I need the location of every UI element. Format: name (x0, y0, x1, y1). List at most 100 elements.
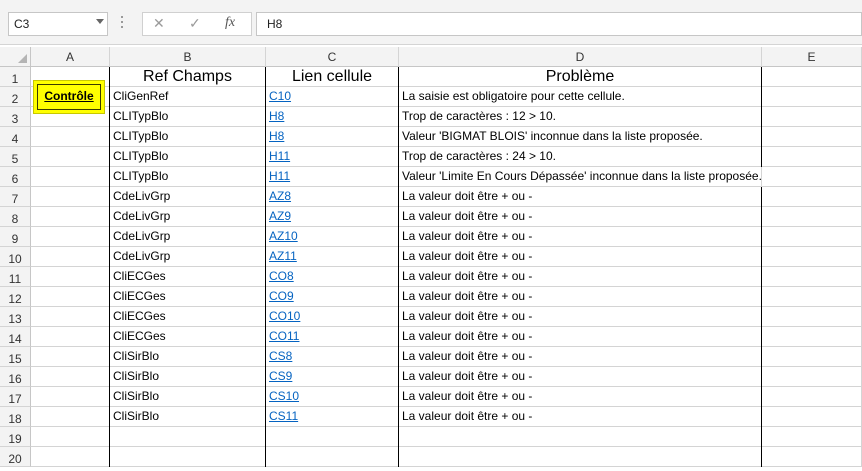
row-header[interactable]: 18 (0, 407, 31, 427)
ref-champs-cell[interactable]: CliSirBlo (110, 387, 266, 407)
ref-champs-cell[interactable]: CLITypBlo (110, 167, 266, 187)
grid-cell[interactable] (31, 147, 110, 167)
cell-link[interactable]: CO8 (266, 267, 399, 287)
select-all-corner[interactable] (0, 47, 31, 67)
grid-cell[interactable] (31, 387, 110, 407)
grid-cell[interactable] (31, 267, 110, 287)
problem-cell[interactable]: La valeur doit être + ou - (399, 247, 762, 267)
grid-cell[interactable] (399, 427, 762, 447)
grid-cell[interactable] (762, 387, 862, 407)
grid-cell[interactable] (31, 227, 110, 247)
row-header[interactable]: 14 (0, 327, 31, 347)
name-box[interactable]: C3 (8, 12, 108, 36)
grid-cell[interactable] (31, 327, 110, 347)
controle-button[interactable]: Contrôle (33, 80, 105, 114)
ref-champs-cell[interactable]: CLITypBlo (110, 127, 266, 147)
cell-link[interactable]: CO10 (266, 307, 399, 327)
grid-cell[interactable] (762, 267, 862, 287)
row-header[interactable]: 6 (0, 167, 31, 187)
chevron-down-icon[interactable] (96, 19, 104, 24)
ref-champs-cell[interactable]: CdeLivGrp (110, 227, 266, 247)
row-header[interactable]: 13 (0, 307, 31, 327)
grid-cell[interactable] (762, 207, 862, 227)
grid-cell[interactable] (762, 187, 862, 207)
grid-cell[interactable] (31, 347, 110, 367)
grid-cell[interactable] (31, 307, 110, 327)
grid-cell[interactable] (762, 67, 862, 87)
grid-cell[interactable] (31, 427, 110, 447)
cell-link[interactable]: H8 (266, 107, 399, 127)
column-header-d[interactable]: D (399, 47, 762, 67)
formula-input[interactable]: H8 (256, 12, 862, 36)
column-header-e[interactable]: E (762, 47, 862, 67)
ref-champs-cell[interactable]: CliECGes (110, 287, 266, 307)
grid-cell[interactable] (762, 347, 862, 367)
grid-cell[interactable] (762, 407, 862, 427)
header-probleme[interactable]: Problème (399, 67, 762, 87)
cell-link[interactable]: C10 (266, 87, 399, 107)
row-header[interactable]: 1 (0, 67, 31, 87)
grid-cell[interactable] (762, 327, 862, 347)
cell-link[interactable]: AZ11 (266, 247, 399, 267)
row-header[interactable]: 10 (0, 247, 31, 267)
row-header[interactable]: 11 (0, 267, 31, 287)
grid-cell[interactable] (762, 147, 862, 167)
cell-link[interactable]: CO11 (266, 327, 399, 347)
cell-link[interactable]: AZ10 (266, 227, 399, 247)
ref-champs-cell[interactable]: CdeLivGrp (110, 187, 266, 207)
problem-cell[interactable]: La saisie est obligatoire pour cette cel… (399, 87, 762, 107)
grid-cell[interactable] (31, 367, 110, 387)
grid-cell[interactable] (266, 427, 399, 447)
cell-link[interactable]: CS8 (266, 347, 399, 367)
problem-cell[interactable]: La valeur doit être + ou - (399, 387, 762, 407)
problem-cell[interactable]: Trop de caractères : 24 > 10. (399, 147, 762, 167)
grid-cell[interactable] (399, 447, 762, 467)
header-lien-cellule[interactable]: Lien cellule (266, 67, 399, 87)
ref-champs-cell[interactable]: CliECGes (110, 327, 266, 347)
ref-champs-cell[interactable]: CdeLivGrp (110, 247, 266, 267)
grid-cell[interactable] (762, 447, 862, 467)
row-header[interactable]: 12 (0, 287, 31, 307)
grid-cell[interactable] (31, 207, 110, 227)
cell-link[interactable]: CS9 (266, 367, 399, 387)
cell-link[interactable]: CS11 (266, 407, 399, 427)
grid-cell[interactable] (31, 287, 110, 307)
problem-cell[interactable]: La valeur doit être + ou - (399, 207, 762, 227)
row-header[interactable]: 2 (0, 87, 31, 107)
ref-champs-cell[interactable]: CLITypBlo (110, 147, 266, 167)
grid-cell[interactable] (762, 427, 862, 447)
grid-cell[interactable] (110, 447, 266, 467)
ref-champs-cell[interactable]: CliSirBlo (110, 347, 266, 367)
cell-link[interactable]: AZ9 (266, 207, 399, 227)
grid-cell[interactable] (266, 447, 399, 467)
row-header[interactable]: 19 (0, 427, 31, 447)
row-header[interactable]: 8 (0, 207, 31, 227)
row-header[interactable]: 4 (0, 127, 31, 147)
problem-cell[interactable]: La valeur doit être + ou - (399, 347, 762, 367)
problem-cell[interactable]: La valeur doit être + ou - (399, 367, 762, 387)
row-header[interactable]: 15 (0, 347, 31, 367)
header-ref-champs[interactable]: Ref Champs (110, 67, 266, 87)
problem-cell[interactable]: La valeur doit être + ou - (399, 407, 762, 427)
cell-link[interactable]: H8 (266, 127, 399, 147)
problem-cell[interactable]: La valeur doit être + ou - (399, 327, 762, 347)
ref-champs-cell[interactable]: CliECGes (110, 267, 266, 287)
insert-function-icon[interactable]: fx (225, 15, 235, 31)
ref-champs-cell[interactable]: CliECGes (110, 307, 266, 327)
grid-cell[interactable] (31, 247, 110, 267)
grid-cell[interactable] (762, 247, 862, 267)
grid-cell[interactable] (31, 447, 110, 467)
ref-champs-cell[interactable]: CliSirBlo (110, 407, 266, 427)
grid-cell[interactable] (110, 427, 266, 447)
column-header-c[interactable]: C (266, 47, 399, 67)
cell-link[interactable]: CO9 (266, 287, 399, 307)
cell-link[interactable]: AZ8 (266, 187, 399, 207)
problem-cell[interactable]: La valeur doit être + ou - (399, 287, 762, 307)
cell-link[interactable]: H11 (266, 167, 399, 187)
ref-champs-cell[interactable]: CliSirBlo (110, 367, 266, 387)
column-header-b[interactable]: B (110, 47, 266, 67)
grid-cell[interactable] (31, 407, 110, 427)
ref-champs-cell[interactable]: CliGenRef (110, 87, 266, 107)
grid-cell[interactable] (762, 367, 862, 387)
grid-cell[interactable] (31, 167, 110, 187)
